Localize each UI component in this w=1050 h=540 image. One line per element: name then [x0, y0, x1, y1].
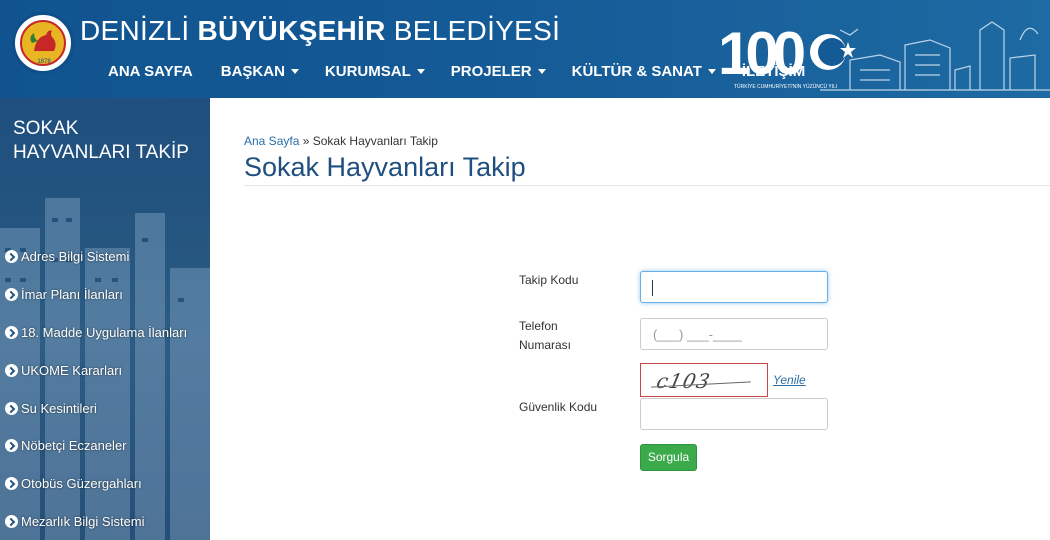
page-title: Sokak Hayvanları Takip: [244, 152, 526, 182]
nav-projeler[interactable]: PROJELER: [451, 63, 546, 80]
svg-text:100: 100: [718, 20, 804, 87]
main-nav: ANA SAYFA BAŞKAN KURUMSAL PROJELER KÜLTÜ…: [108, 63, 805, 80]
chevron-circle-right-icon: [5, 250, 18, 264]
sidebar-item-adres-bilgi-sistemi[interactable]: Adres Bilgi Sistemi: [5, 238, 187, 276]
chevron-circle-right-icon: [5, 514, 18, 528]
nav-baskan[interactable]: BAŞKAN: [221, 63, 299, 80]
sidebar-item-label: 18. Madde Uygulama İlanları: [21, 324, 188, 340]
sidebar-item-label: Su Kesintileri: [21, 400, 97, 416]
submit-button[interactable]: Sorgula: [640, 444, 697, 471]
svg-text:TÜRKİYE CUMHURİYETİ'NİN YÜZÜNC: TÜRKİYE CUMHURİYETİ'NİN YÜZÜNCÜ YILI: [734, 83, 837, 90]
caret-down-icon: [416, 69, 425, 74]
chevron-circle-right-icon: [5, 439, 18, 453]
breadcrumb-home-link[interactable]: Ana Sayfa: [244, 134, 299, 148]
chevron-circle-right-icon: [5, 325, 18, 339]
chevron-circle-right-icon: [5, 363, 18, 377]
sidebar-item-imar-plani-ilanlari[interactable]: İmar Planı İlanları: [5, 276, 187, 314]
svg-text:1878: 1878: [37, 59, 51, 65]
caret-down-icon: [290, 69, 299, 74]
breadcrumb-separator: »: [299, 134, 313, 148]
title-divider: [244, 185, 1050, 186]
chevron-circle-right-icon: [5, 401, 18, 415]
sidebar-title: SOKAK HAYVANLARI TAKİP: [13, 118, 189, 163]
sidebar-item-label: Otobüs Güzergahları: [21, 476, 142, 492]
phone-number-label: Telefon Numarası: [519, 319, 572, 352]
sidebar-item-18-madde[interactable]: 18. Madde Uygulama İlanları: [5, 314, 187, 352]
breadcrumb-current: Sokak Hayvanları Takip: [312, 134, 438, 148]
rooster-icon: 1878: [30, 30, 56, 65]
caret-down-icon: [537, 69, 546, 74]
sidebar-item-ukome-kararlari[interactable]: UKOME Kararları: [5, 351, 187, 389]
municipality-logo[interactable]: 1878: [12, 12, 74, 74]
sidebar-item-label: Mezarlık Bilgi Sistemi: [21, 513, 145, 529]
security-code-input[interactable]: [640, 398, 828, 430]
tracking-code-label: Takip Kodu: [519, 273, 579, 287]
centennial-logo: 100 TÜRKİYE CUMHURİYETİ'NİN YÜZÜNCÜ YILI: [718, 20, 856, 90]
site-title[interactable]: DENİZLİ BÜYÜKŞEHİR BELEDİYESİ: [80, 15, 560, 47]
sidebar-item-otobus-guzergahlari[interactable]: Otobüs Güzergahları: [5, 465, 187, 503]
sidebar-menu: Adres Bilgi Sistemi İmar Planı İlanları …: [5, 238, 187, 540]
caret-down-icon: [707, 69, 716, 74]
sidebar-item-label: İmar Planı İlanları: [21, 287, 123, 303]
captcha-image: c103: [640, 363, 768, 397]
chevron-circle-right-icon: [5, 477, 18, 491]
site-header: 1878 DENİZLİ BÜYÜKŞEHİR BELEDİYESİ ANA S…: [0, 0, 1050, 98]
captcha-refresh-link[interactable]: Yenile: [773, 373, 806, 387]
sidebar-item-mezarlik-bilgi-sistemi[interactable]: Mezarlık Bilgi Sistemi: [5, 503, 187, 540]
nav-kultur-sanat[interactable]: KÜLTÜR & SANAT: [572, 63, 716, 80]
sidebar-item-label: UKOME Kararları: [21, 362, 123, 378]
security-code-label: Güvenlik Kodu: [519, 400, 598, 414]
sidebar-item-label: Nöbetçi Eczaneler: [21, 438, 127, 454]
nav-kurumsal[interactable]: KURUMSAL: [325, 63, 425, 80]
sidebar-item-label: Adres Bilgi Sistemi: [21, 249, 130, 265]
nav-anasayfa[interactable]: ANA SAYFA: [108, 63, 193, 80]
tracking-code-input[interactable]: [640, 271, 828, 303]
phone-number-input[interactable]: (___) ___-____: [640, 318, 828, 350]
breadcrumb: Ana Sayfa » Sokak Hayvanları Takip: [244, 134, 438, 148]
sidebar: SOKAK HAYVANLARI TAKİP Adres Bilgi Siste…: [0, 98, 210, 540]
text-cursor: [652, 280, 653, 296]
chevron-circle-right-icon: [5, 288, 18, 302]
sidebar-item-nobetci-eczaneler[interactable]: Nöbetçi Eczaneler: [5, 427, 187, 465]
sidebar-item-su-kesintileri[interactable]: Su Kesintileri: [5, 389, 187, 427]
